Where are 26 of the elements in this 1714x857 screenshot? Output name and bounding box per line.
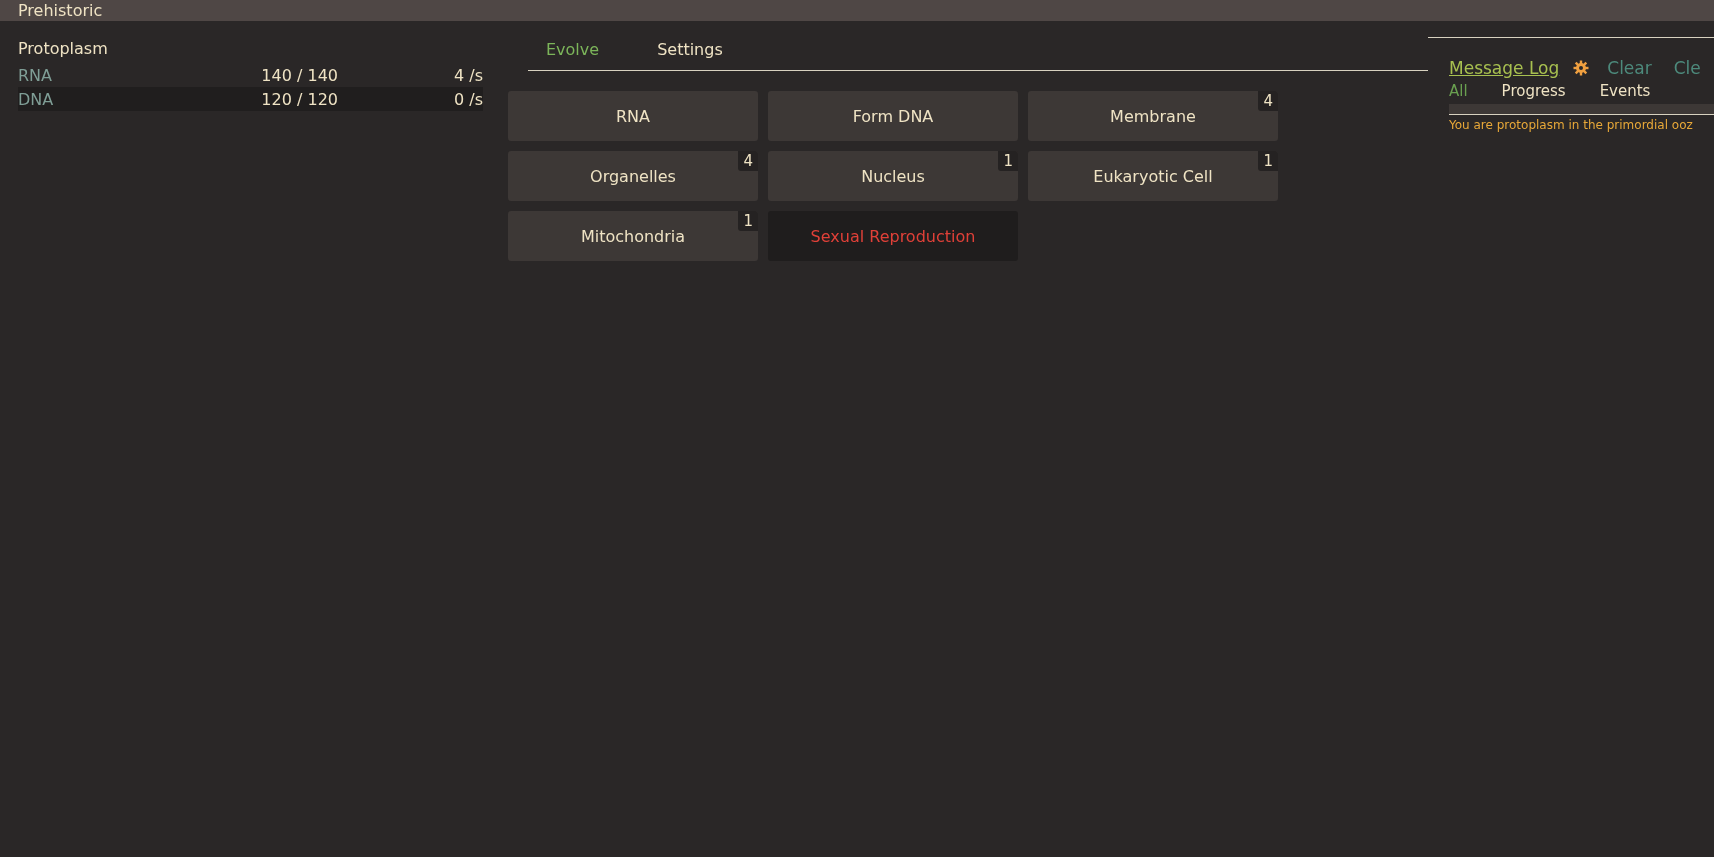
tab[interactable]: Settings bbox=[639, 36, 741, 63]
count-badge: 1 bbox=[1258, 151, 1278, 171]
resource-rate: 4 /s bbox=[453, 65, 483, 85]
log-title[interactable]: Message Log bbox=[1449, 58, 1560, 78]
action-button[interactable]: Form DNA bbox=[768, 91, 1018, 141]
filter-tab[interactable]: Events bbox=[1599, 80, 1665, 102]
resource-amount: 120 / 120 bbox=[260, 89, 338, 109]
clear-button[interactable]: Cle bbox=[1669, 58, 1705, 78]
action-button[interactable]: Sexual Reproduction bbox=[768, 211, 1018, 261]
filter-tab[interactable]: Progress bbox=[1501, 80, 1580, 102]
tab[interactable]: Evolve bbox=[528, 36, 618, 63]
resource-name: RNA bbox=[18, 65, 54, 85]
count-badge: 4 bbox=[738, 151, 758, 171]
log-message: You are protoplasm in the primordial ooz bbox=[1449, 118, 1694, 132]
action-button[interactable]: RNA bbox=[508, 91, 758, 141]
resource-group-title: Protoplasm bbox=[18, 39, 109, 58]
window-title: Prehistoric bbox=[18, 1, 103, 20]
count-badge: 4 bbox=[1258, 91, 1278, 111]
settings-icon[interactable] bbox=[1573, 60, 1590, 76]
count-badge: 1 bbox=[738, 211, 758, 231]
filter-tab[interactable]: All bbox=[1449, 80, 1482, 102]
clear-button[interactable]: Clear bbox=[1603, 58, 1656, 78]
resource-name: DNA bbox=[18, 89, 55, 109]
resource-rate: 0 /s bbox=[453, 89, 483, 109]
resource-amount: 140 / 140 bbox=[260, 65, 338, 85]
count-badge: 1 bbox=[998, 151, 1018, 171]
